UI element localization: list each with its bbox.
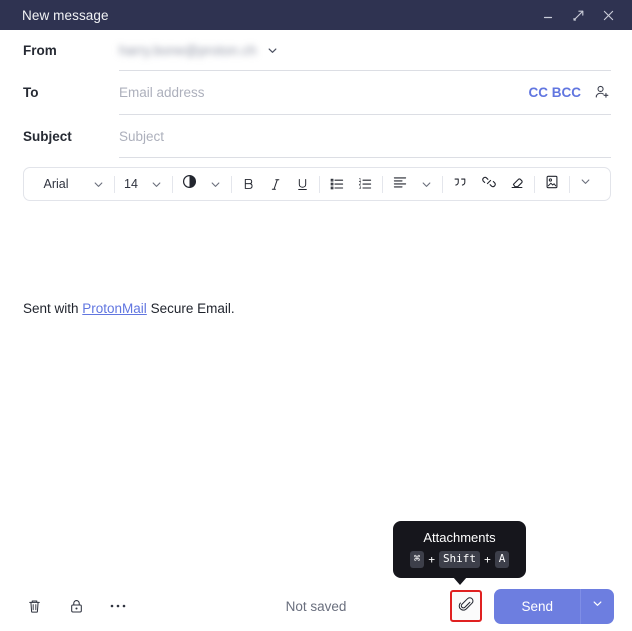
from-row: From harry.bone@proton.ch bbox=[23, 30, 611, 70]
font-family-value: Arial bbox=[43, 177, 69, 191]
bulleted-list-button[interactable] bbox=[323, 168, 351, 200]
maximize-button[interactable] bbox=[564, 2, 592, 28]
toolbar-divider bbox=[441, 175, 443, 193]
align-button[interactable] bbox=[386, 168, 414, 200]
recipient-fields: From harry.bone@proton.ch To Email addre… bbox=[0, 30, 632, 158]
footer-primary-actions: Send bbox=[450, 588, 614, 624]
svg-text:3: 3 bbox=[359, 185, 362, 191]
insert-image-button[interactable] bbox=[538, 168, 566, 200]
font-family-chevron-down-icon[interactable] bbox=[86, 168, 111, 200]
to-value: Email address CC BCC bbox=[119, 83, 611, 101]
link-button[interactable] bbox=[475, 168, 503, 200]
underline-button[interactable] bbox=[289, 168, 316, 200]
send-options-button[interactable] bbox=[581, 589, 614, 624]
footer-actions bbox=[24, 595, 128, 617]
font-family-select[interactable]: Arial bbox=[26, 168, 86, 200]
key-shift: Shift bbox=[438, 551, 481, 568]
key-separator: + bbox=[484, 553, 491, 566]
to-input[interactable]: Email address bbox=[119, 85, 205, 100]
from-value[interactable]: harry.bone@proton.ch bbox=[119, 43, 611, 58]
toolbar-divider bbox=[230, 175, 232, 193]
to-row-actions: CC BCC bbox=[519, 83, 612, 101]
subject-input[interactable]: Subject bbox=[119, 129, 164, 144]
to-row: To Email address CC BCC bbox=[23, 70, 611, 114]
ellipsis-icon[interactable] bbox=[108, 595, 128, 617]
chevron-down-icon bbox=[579, 175, 592, 193]
tooltip-title: Attachments bbox=[423, 530, 496, 545]
window-title: New message bbox=[22, 7, 109, 23]
editor-toolbar-wrapper: Arial 14 1 2 3 bbox=[0, 158, 632, 201]
compose-message-window: New message From harry.bone@proton.ch To… bbox=[0, 0, 632, 631]
key-separator: + bbox=[428, 553, 435, 566]
toolbar-divider bbox=[533, 175, 535, 193]
half-circle-icon bbox=[182, 174, 197, 194]
attachments-tooltip: Attachments ⌘ + Shift + A bbox=[393, 521, 526, 585]
image-icon bbox=[544, 174, 560, 195]
quote-icon bbox=[452, 174, 469, 194]
numbered-list-button[interactable]: 1 2 3 bbox=[351, 168, 379, 200]
bold-button[interactable] bbox=[235, 168, 262, 200]
close-button[interactable] bbox=[594, 2, 622, 28]
send-button-group: Send bbox=[494, 588, 614, 624]
subject-row: Subject Subject bbox=[23, 114, 611, 158]
send-button[interactable]: Send bbox=[494, 589, 580, 624]
tooltip-arrow bbox=[452, 577, 467, 585]
from-address: harry.bone@proton.ch bbox=[119, 42, 257, 58]
lock-icon[interactable] bbox=[66, 595, 86, 617]
editor-toolbar: Arial 14 1 2 3 bbox=[23, 167, 611, 201]
align-chevron-down-icon[interactable] bbox=[414, 168, 439, 200]
chevron-down-icon[interactable] bbox=[266, 44, 279, 57]
composer-footer: Not saved Send bbox=[0, 581, 632, 631]
italic-button[interactable] bbox=[262, 168, 289, 200]
font-color-button[interactable] bbox=[176, 168, 203, 200]
attachments-button[interactable] bbox=[450, 590, 483, 622]
to-label: To bbox=[23, 84, 39, 100]
toolbar-divider bbox=[318, 175, 320, 193]
more-options-button[interactable] bbox=[573, 168, 598, 200]
window-title-bar: New message bbox=[0, 0, 632, 30]
trash-icon[interactable] bbox=[24, 595, 44, 617]
align-left-icon bbox=[392, 174, 408, 195]
toolbar-divider bbox=[171, 175, 173, 193]
subject-label: Subject bbox=[23, 128, 72, 144]
blockquote-button[interactable] bbox=[446, 168, 475, 200]
from-label: From bbox=[23, 42, 57, 58]
key-a: A bbox=[494, 551, 510, 568]
protonmail-link[interactable]: ProtonMail bbox=[82, 301, 147, 316]
signature: Sent with ProtonMail Secure Email. bbox=[23, 301, 235, 316]
signature-prefix: Sent with bbox=[23, 301, 83, 316]
link-icon bbox=[481, 174, 497, 195]
font-size-select[interactable]: 14 bbox=[118, 168, 144, 200]
toolbar-divider bbox=[568, 175, 570, 193]
clear-formatting-button[interactable] bbox=[503, 168, 531, 200]
font-size-chevron-down-icon[interactable] bbox=[144, 168, 169, 200]
message-body-editor[interactable]: Sent with ProtonMail Secure Email. bbox=[0, 201, 632, 581]
toolbar-divider bbox=[114, 175, 115, 193]
signature-suffix: Secure Email. bbox=[146, 301, 235, 316]
window-controls bbox=[534, 2, 622, 28]
add-contact-icon[interactable] bbox=[593, 83, 611, 101]
paperclip-icon bbox=[457, 595, 475, 618]
key-command: ⌘ bbox=[409, 551, 425, 568]
toolbar-divider bbox=[381, 175, 383, 193]
tooltip-shortcut: ⌘ + Shift + A bbox=[393, 551, 526, 568]
minimize-button[interactable] bbox=[534, 2, 562, 28]
subject-value: Subject bbox=[119, 129, 611, 144]
font-color-chevron-down-icon[interactable] bbox=[203, 168, 228, 200]
cc-bcc-toggle[interactable]: CC BCC bbox=[529, 85, 582, 100]
font-size-value: 14 bbox=[124, 177, 138, 191]
eraser-icon bbox=[509, 174, 525, 195]
chevron-down-icon bbox=[591, 597, 604, 615]
